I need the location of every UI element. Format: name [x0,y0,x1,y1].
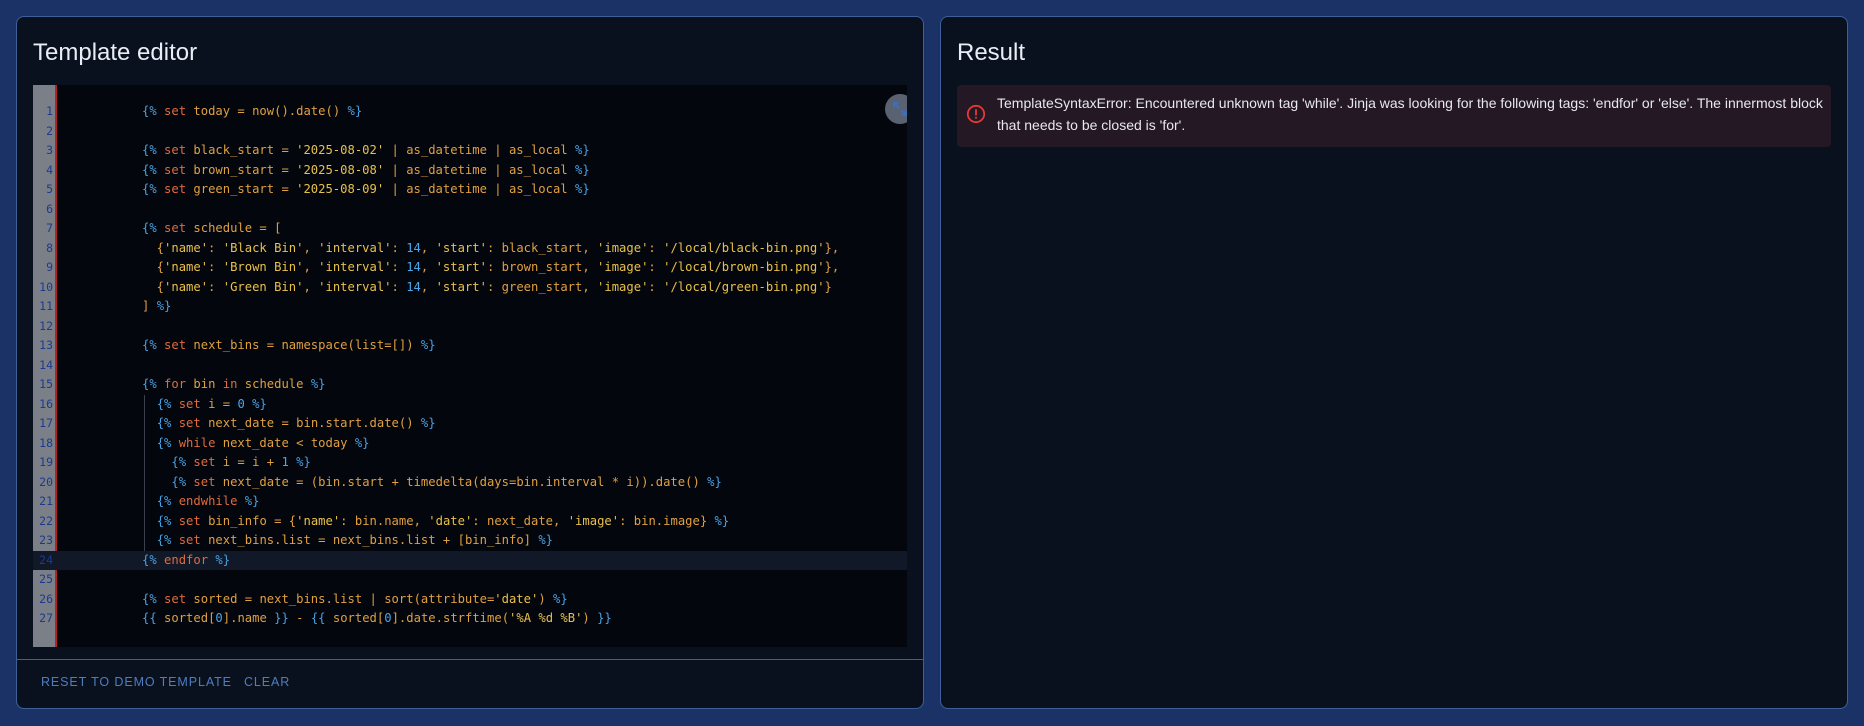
line-number: 22 [39,513,53,528]
line-number: 20 [39,474,53,489]
line-number: 18 [39,435,53,450]
template-editor-card: Template editor 1 {% set today = now().da… [16,16,924,709]
line-number: 13 [39,338,53,352]
line-number: 4 [46,162,53,177]
line-number: 17 [39,416,53,430]
line-number: 3 [46,143,53,157]
code-text: ] %} [142,299,172,313]
code-line[interactable]: 3 {% set black_start = '2025-08-02' | as_… [33,141,907,161]
line-number: 2 [46,123,53,138]
code-text: {% set schedule = [ [142,221,282,235]
code-text: {'name': 'Brown Bin', 'interval': 14, 's… [142,260,840,274]
code-line[interactable]: 13 {% set next_bins = namespace(list=[]) … [33,336,907,356]
code-text: {% set today = now().date() %} [142,104,363,118]
code-text: {% set black_start = '2025-08-02' | as_d… [142,143,590,157]
code-text: {% set green_start = '2025-08-09' | as_d… [142,182,590,196]
code-line[interactable]: 14 [33,356,907,376]
code-line[interactable]: 11 ] %} [33,297,907,317]
code-line[interactable]: 23 {% set next_bins.list = next_bins.lis… [33,531,907,551]
code-line[interactable]: 8 {'name': 'Black Bin', 'interval': 14, … [33,239,907,259]
line-number: 10 [39,279,53,294]
code-line[interactable]: 5 {% set green_start = '2025-08-09' | as_… [33,180,907,200]
line-number: 9 [46,260,53,274]
code-line[interactable]: 2 [33,122,907,142]
template-editor-title: Template editor [33,39,198,66]
reset-to-demo-template-button[interactable]: RESET TO DEMO TEMPLATE [41,675,232,689]
code-text: {% set next_bins = namespace(list=[]) %} [142,338,436,352]
code-text: {% set i = i + 1 %} [171,455,311,469]
fullscreen-button[interactable] [885,94,907,124]
line-number: 1 [46,104,53,118]
code-text: {% set i = 0 %} [156,396,267,411]
line-number: 16 [39,396,53,411]
code-text: {% set bin_info = {'name': bin.name, 'da… [156,513,730,528]
code-text: {% set next_date = bin.start.date() %} [156,416,436,430]
code-text: {{ sorted[0].name }} - {{ sorted[0].date… [142,611,612,625]
clear-button[interactable]: CLEAR [244,675,290,689]
code-line[interactable]: 19 {% set i = i + 1 %} [33,453,907,473]
code-line[interactable]: 1 {% set today = now().date() %} [33,102,907,122]
line-number: 14 [39,357,53,372]
editor-actions: RESET TO DEMO TEMPLATE CLEAR [17,659,923,708]
code-text: {% while next_date < today %} [156,435,370,450]
line-number: 8 [46,240,53,255]
code-line[interactable]: 9 {'name': 'Brown Bin', 'interval': 14, … [33,258,907,278]
line-number: 6 [46,201,53,216]
code-line[interactable]: 20 {% set next_date = (bin.start + timed… [33,472,907,492]
code-line[interactable]: 10 {'name': 'Green Bin', 'interval': 14,… [33,278,907,298]
line-number: 19 [39,455,53,469]
code-line[interactable]: 21 {% endwhile %} [33,492,907,512]
code-line[interactable]: 6 [33,200,907,220]
code-line[interactable]: 18 {% while next_date < today %} [33,433,907,453]
code-text: {% set sorted = next_bins.list | sort(at… [142,591,568,606]
line-number: 7 [46,221,53,235]
code-text: {% endfor %} [142,552,231,567]
code-line[interactable]: 25 [33,570,907,590]
code-line[interactable]: 4 {% set brown_start = '2025-08-08' | as_… [33,161,907,181]
result-title: Result [957,39,1026,66]
code-text: {% for bin in schedule %} [142,377,326,391]
line-number: 25 [39,572,53,586]
error-message: TemplateSyntaxError: Encountered unknown… [997,95,1823,133]
line-number: 12 [39,318,53,333]
code-text: {% set next_date = (bin.start + timedelt… [171,474,722,489]
code-text: {% set brown_start = '2025-08-08' | as_d… [142,162,590,177]
code-text: {% endwhile %} [156,494,260,508]
code-text: {% set next_bins.list = next_bins.list +… [156,533,554,547]
code-line[interactable]: 22 {% set bin_info = {'name': bin.name, … [33,511,907,531]
code-line[interactable]: 24 {% endfor %} [33,550,907,570]
line-number: 24 [39,552,53,567]
code-line[interactable]: 7 {% set schedule = [ [33,219,907,239]
code-text: {'name': 'Green Bin', 'interval': 14, 's… [142,279,832,294]
line-number: 27 [39,611,53,625]
code-text: {'name': 'Black Bin', 'interval': 14, 's… [142,240,840,255]
result-card: Result TemplateSyntaxError: Encountered … [940,16,1848,709]
line-number: 26 [39,591,53,606]
code-editor[interactable]: 1 {% set today = now().date() %} 2 3 {% set … [33,85,907,647]
code-lines[interactable]: 1 {% set today = now().date() %} 2 3 {% set … [33,102,907,629]
alert-circle-icon [966,104,986,124]
line-number: 23 [39,533,53,547]
code-line[interactable]: 15 {% for bin in schedule %} [33,375,907,395]
line-number: 21 [39,494,53,508]
line-number: 11 [39,299,53,313]
line-number: 5 [46,182,53,196]
code-line[interactable]: 17 {% set next_date = bin.start.date() %… [33,414,907,434]
code-line[interactable]: 27 {{ sorted[0].name }} - {{ sorted[0].da… [33,609,907,629]
error-alert: TemplateSyntaxError: Encountered unknown… [957,85,1831,147]
code-line[interactable]: 12 [33,317,907,337]
expand-icon [893,102,907,116]
line-number: 15 [39,377,53,391]
code-line[interactable]: 26 {% set sorted = next_bins.list | sort(… [33,590,907,610]
code-line[interactable]: 16 {% set i = 0 %} [33,394,907,414]
